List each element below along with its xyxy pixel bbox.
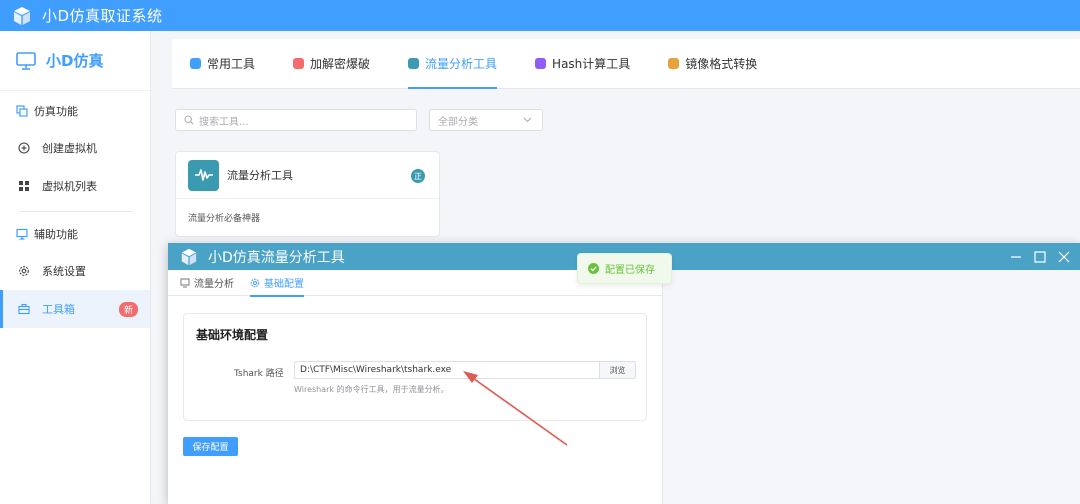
sidebar-item-vm-list[interactable]: 虚拟机列表 bbox=[0, 167, 150, 205]
sidebar-brand[interactable]: 小D仿真 bbox=[0, 31, 150, 91]
sidebar-item-settings[interactable]: 系统设置 bbox=[0, 252, 150, 290]
sidebar-item-label: 系统设置 bbox=[42, 265, 86, 278]
grid-icon bbox=[19, 181, 29, 191]
search-input[interactable]: 搜索工具... bbox=[175, 109, 417, 131]
check-circle-icon bbox=[588, 263, 599, 274]
browse-button[interactable]: 浏览 bbox=[599, 361, 636, 379]
cube-logo-icon bbox=[181, 248, 197, 265]
chevron-down-icon bbox=[523, 117, 532, 123]
minimize-button[interactable] bbox=[1004, 249, 1028, 265]
gear-icon bbox=[19, 266, 29, 276]
minimize-icon bbox=[1011, 256, 1021, 258]
monitor-small-icon bbox=[16, 228, 28, 240]
tab-traffic-analyze[interactable]: 流量分析 bbox=[180, 270, 234, 296]
section-auxiliary: 辅助功能 bbox=[0, 216, 150, 252]
section-label: 辅助功能 bbox=[34, 228, 78, 241]
window-controls bbox=[1004, 249, 1076, 265]
common-tools-icon bbox=[190, 58, 201, 69]
tab-crypto-brute[interactable]: 加解密爆破 bbox=[293, 39, 370, 89]
close-icon bbox=[1058, 251, 1070, 263]
hash-icon bbox=[535, 58, 547, 69]
sidebar-item-toolbox[interactable]: 工具箱 新 bbox=[0, 290, 150, 328]
toast-text: 配置已保存 bbox=[605, 265, 655, 276]
gear-icon bbox=[250, 278, 260, 287]
tshark-path-input[interactable]: D:\CTF\Misc\Wireshark\tshark.exe bbox=[294, 361, 600, 379]
sidebar-item-create-vm[interactable]: 创建虚拟机 bbox=[0, 129, 150, 167]
maximize-icon bbox=[1034, 251, 1046, 263]
sidebar-item-label: 虚拟机列表 bbox=[42, 180, 97, 193]
window-tab-label: 基础配置 bbox=[264, 279, 304, 290]
traffic-icon bbox=[408, 58, 420, 69]
tshark-path-hint: Wireshark 的命令行工具，用于流量分析。 bbox=[294, 385, 449, 394]
save-config-button[interactable]: 保存配置 bbox=[183, 437, 238, 456]
sidebar-divider bbox=[20, 211, 132, 212]
section-label: 仿真功能 bbox=[34, 105, 78, 118]
window-title: 小D仿真流量分析工具 bbox=[208, 249, 345, 266]
tab-basic-config[interactable]: 基础配置 bbox=[250, 270, 304, 297]
brand-name: 小D仿真 bbox=[46, 52, 104, 70]
search-placeholder: 搜索工具... bbox=[199, 116, 249, 128]
config-heading: 基础环境配置 bbox=[196, 328, 269, 342]
category-select[interactable]: 全部分类 bbox=[429, 109, 543, 131]
cube-logo-icon bbox=[14, 6, 30, 25]
tshark-path-label: Tshark 路径 bbox=[234, 369, 284, 379]
card-description: 流量分析必备神器 bbox=[188, 214, 261, 224]
sidebar: 小D仿真 仿真功能 创建虚拟机 虚拟机列表 辅助功能 系统设置 工具箱 新 bbox=[0, 31, 151, 504]
maximize-button[interactable] bbox=[1028, 249, 1052, 265]
search-icon bbox=[184, 115, 194, 125]
card-header: 流量分析工具 bbox=[176, 152, 439, 199]
tab-traffic-analysis[interactable]: 流量分析工具 bbox=[408, 39, 498, 89]
tab-image-convert[interactable]: 镜像格式转换 bbox=[668, 39, 757, 89]
category-select-value: 全部分类 bbox=[438, 116, 478, 128]
tool-tabs: 常用工具 加解密爆破 流量分析工具 Hash计算工具 镜像格式转换 bbox=[172, 39, 1080, 89]
waveform-icon bbox=[188, 159, 219, 191]
right-panel bbox=[662, 270, 1080, 504]
card-title: 流量分析工具 bbox=[227, 169, 293, 182]
toolbox-icon bbox=[18, 303, 30, 315]
tab-label: 加解密爆破 bbox=[310, 57, 371, 71]
lock-icon bbox=[293, 58, 305, 69]
tab-label: Hash计算工具 bbox=[552, 57, 631, 71]
section-simulation: 仿真功能 bbox=[0, 93, 150, 129]
tab-label: 流量分析工具 bbox=[425, 57, 498, 71]
monitor-icon bbox=[16, 51, 36, 70]
image-convert-icon bbox=[668, 58, 680, 69]
card-tag: 正 bbox=[411, 169, 425, 183]
app-titlebar: 小D仿真取证系统 bbox=[0, 0, 1080, 31]
copy-icon bbox=[16, 105, 28, 117]
app-title: 小D仿真取证系统 bbox=[42, 7, 163, 25]
new-badge: 新 bbox=[118, 302, 138, 317]
sidebar-item-label: 创建虚拟机 bbox=[42, 142, 97, 155]
plus-circle-icon bbox=[18, 142, 30, 154]
tab-label: 常用工具 bbox=[207, 57, 256, 71]
success-toast: 配置已保存 bbox=[577, 253, 672, 284]
tab-common-tools[interactable]: 常用工具 bbox=[190, 39, 255, 89]
chart-icon bbox=[180, 278, 190, 287]
sidebar-item-label: 工具箱 bbox=[42, 303, 75, 316]
tab-hash-tools[interactable]: Hash计算工具 bbox=[535, 39, 630, 89]
tab-label: 镜像格式转换 bbox=[685, 57, 758, 71]
window-tab-label: 流量分析 bbox=[194, 279, 234, 290]
config-section: 基础环境配置 Tshark 路径 D:\CTF\Misc\Wireshark\t… bbox=[183, 313, 647, 421]
close-button[interactable] bbox=[1052, 249, 1076, 265]
tool-card-traffic[interactable]: 流量分析工具 正 流量分析必备神器 bbox=[175, 151, 440, 237]
